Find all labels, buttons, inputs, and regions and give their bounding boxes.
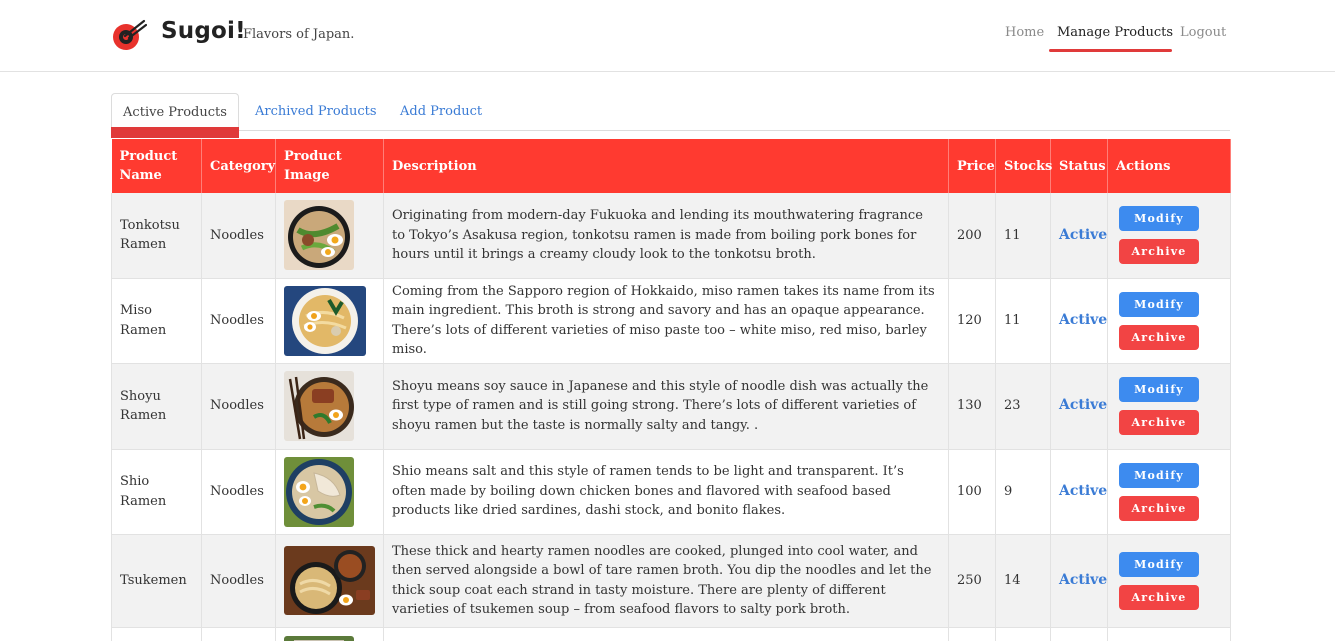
tab-archived-products[interactable]: Archived Products [255,93,377,131]
modify-button[interactable]: Modify [1119,206,1199,232]
product-name-cell: Tsukemen [111,534,202,628]
product-image-cell [275,193,384,279]
category-cell: Noodles [201,278,276,364]
column-header-product-image[interactable]: Product Image [275,139,384,193]
actions-cell [1107,627,1231,641]
archive-button[interactable]: Archive [1119,324,1199,350]
column-header-actions[interactable]: Actions [1107,139,1231,193]
category-cell [201,627,276,641]
products-table-container: Product Name Category Product Image Desc… [111,139,1231,641]
price-cell: 200 [948,193,996,279]
product-name-cell: Shio Ramen [111,449,202,535]
stocks-cell: 23 [995,363,1051,450]
tonkotsu-ramen-image [284,200,354,271]
column-header-status[interactable]: Status [1050,139,1108,193]
price-cell: 120 [948,278,996,364]
product-image-cell [275,449,384,535]
status-badge: Active [1059,482,1108,499]
description-cell: Originating from modern-day Fukuoka and … [383,193,949,279]
status-badge: Active [1059,226,1108,243]
product-image-cell [275,363,384,450]
stocks-cell: 9 [995,449,1051,535]
column-header-stocks[interactable]: Stocks [995,139,1052,193]
miso-ramen-image [284,285,366,356]
archive-button[interactable]: Archive [1119,239,1199,265]
modify-button[interactable]: Modify [1119,377,1199,402]
stocks-cell: 11 [995,193,1051,279]
column-header-description[interactable]: Description [383,139,949,193]
archive-button[interactable]: Archive [1119,495,1199,521]
product-name-cell: Shoyu Ramen [111,363,202,450]
product-name-cell [111,627,202,641]
product-image [284,635,354,641]
products-table: Product Name Category Product Image Desc… [111,139,1231,641]
product-name-cell: Tonkotsu Ramen [111,193,202,279]
category-cell: Noodles [201,449,276,535]
shio-ramen-image [284,456,354,527]
archive-button[interactable]: Archive [1119,410,1199,435]
status-cell: Active [1050,278,1108,364]
status-cell: Active [1050,449,1108,535]
status-cell: Active [1050,363,1108,450]
category-cell: Noodles [201,534,276,628]
column-header-price[interactable]: Price [948,139,996,193]
stocks-cell: 14 [995,534,1051,628]
status-cell: Active [1050,534,1108,628]
actions-cell: Modify Archive [1107,278,1231,364]
nav-home-link[interactable]: Home [1005,25,1044,40]
tsukemen-image [284,546,375,615]
nav-manage-products-link[interactable]: Manage Products [1057,25,1173,40]
status-badge: Active [1059,571,1108,588]
nav-active-indicator [1049,49,1172,52]
actions-cell: Modify Archive [1107,449,1231,535]
price-cell: 130 [948,363,996,450]
status-badge: Active [1059,311,1108,328]
actions-cell: Modify Archive [1107,193,1231,279]
modify-button[interactable]: Modify [1119,551,1199,577]
status-cell: Active [1050,193,1108,279]
stocks-cell: 11 [995,278,1051,364]
ramen-bowl-logo-icon[interactable] [111,19,147,51]
table-row: Shio Ramen Noodles Shio means salt and t… [111,449,1231,535]
modify-button[interactable]: Modify [1119,291,1199,317]
table-row: Miso Ramen Noodles Coming from the Sappo… [111,278,1231,364]
category-cell: Noodles [201,193,276,279]
status-cell [1050,627,1108,641]
stocks-cell [995,627,1051,641]
tab-add-product[interactable]: Add Product [400,93,482,131]
table-row: Shoyu Ramen Noodles Shoyu means soy sauc… [111,363,1231,450]
table-header-row: Product Name Category Product Image Desc… [111,139,1231,193]
description-cell: These thick and hearty ramen noodles are… [383,534,949,628]
column-header-category[interactable]: Category [201,139,276,193]
table-row: Tsukemen Noodles These thick and hearty … [111,534,1231,628]
category-cell: Noodles [201,363,276,450]
price-cell: 250 [948,534,996,628]
top-navbar: Sugoi! Flavors of Japan. Home Manage Pro… [0,0,1335,72]
product-image-cell [275,534,384,628]
status-badge: Active [1059,397,1108,414]
price-cell: 100 [948,449,996,535]
price-cell [948,627,996,641]
description-cell: Shio means salt and this style of ramen … [383,449,949,535]
table-row [111,627,1231,641]
product-image-cell [275,278,384,364]
brand-name[interactable]: Sugoi! [161,18,246,44]
description-cell: Shoyu means soy sauce in Japanese and th… [383,363,949,450]
product-name-cell: Miso Ramen [111,278,202,364]
tab-active-indicator [111,127,239,138]
actions-cell: Modify Archive [1107,534,1231,628]
nav-logout-link[interactable]: Logout [1180,25,1226,40]
product-image-cell [275,627,384,641]
archive-button[interactable]: Archive [1119,584,1199,610]
modify-button[interactable]: Modify [1119,462,1199,488]
column-header-product-name[interactable]: Product Name [111,139,202,193]
description-cell: Coming from the Sapporo region of Hokkai… [383,278,949,364]
table-row: Tonkotsu Ramen Noodles Originating from … [111,193,1231,279]
description-cell [383,627,949,641]
brand-tagline: Flavors of Japan. [243,27,355,42]
actions-cell: Modify Archive [1107,363,1231,450]
tab-active-products[interactable]: Active Products [111,93,239,131]
shoyu-ramen-image [284,371,354,441]
